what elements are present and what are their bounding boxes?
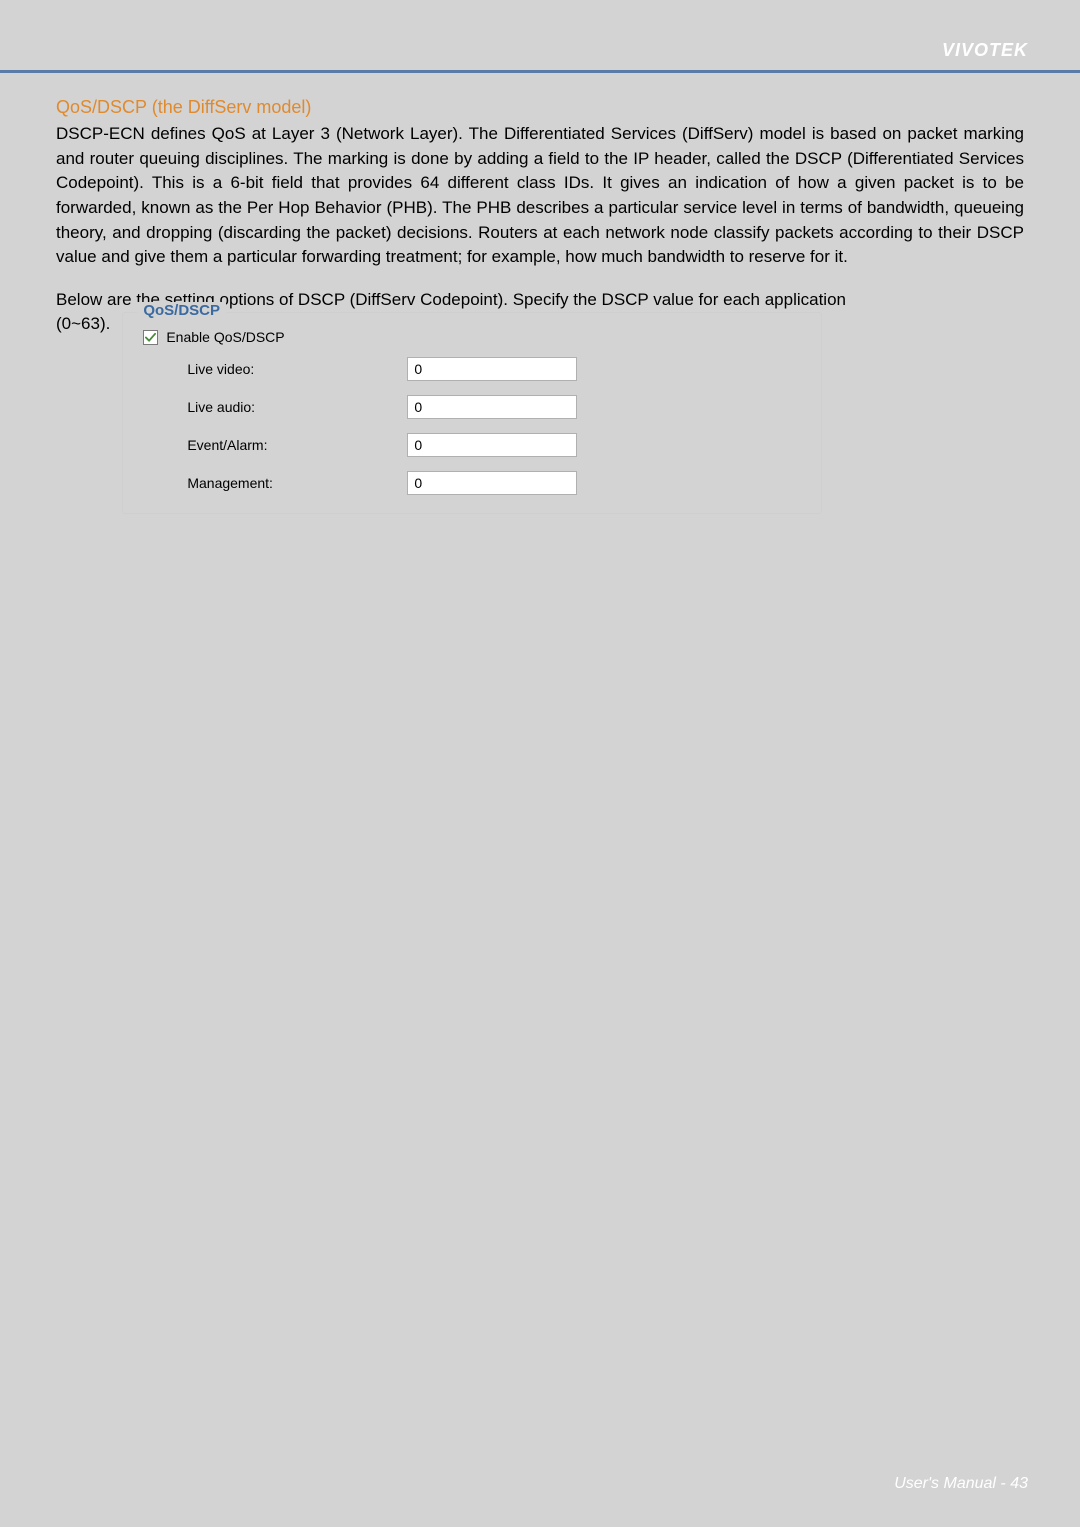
label-event-alarm: Event/Alarm: <box>187 437 407 453</box>
input-event-alarm[interactable] <box>407 433 577 457</box>
content-area: QoS/DSCP (the DiffServ model) DSCP-ECN d… <box>0 73 1080 514</box>
checkbox-icon[interactable] <box>143 330 158 345</box>
input-management[interactable] <box>407 471 577 495</box>
row-management: Management: <box>187 471 803 495</box>
row-live-audio: Live audio: <box>187 395 803 419</box>
paragraph-1: DSCP-ECN defines QoS at Layer 3 (Network… <box>56 122 1024 270</box>
range-label: (0~63). <box>56 314 110 334</box>
brand-bar: VIVOTEK <box>0 30 1080 70</box>
row-live-video: Live video: <box>187 357 803 381</box>
input-live-video[interactable] <box>407 357 577 381</box>
header-spacer <box>0 0 1080 30</box>
enable-qos-row: Enable QoS/DSCP <box>143 329 803 345</box>
input-live-audio[interactable] <box>407 395 577 419</box>
settings-wrap: (0~63). QoS/DSCP Enable QoS/DSCP Live vi… <box>56 312 1024 514</box>
qos-dscp-panel: QoS/DSCP Enable QoS/DSCP Live video: Liv… <box>122 312 822 514</box>
row-event-alarm: Event/Alarm: <box>187 433 803 457</box>
label-live-video: Live video: <box>187 361 407 377</box>
enable-qos-label: Enable QoS/DSCP <box>166 329 284 345</box>
footer-text: User's Manual - 43 <box>894 1475 1028 1493</box>
panel-legend: QoS/DSCP <box>137 302 226 319</box>
brand-text: VIVOTEK <box>942 40 1028 61</box>
label-live-audio: Live audio: <box>187 399 407 415</box>
section-title: QoS/DSCP (the DiffServ model) <box>56 97 1024 118</box>
label-management: Management: <box>187 475 407 491</box>
